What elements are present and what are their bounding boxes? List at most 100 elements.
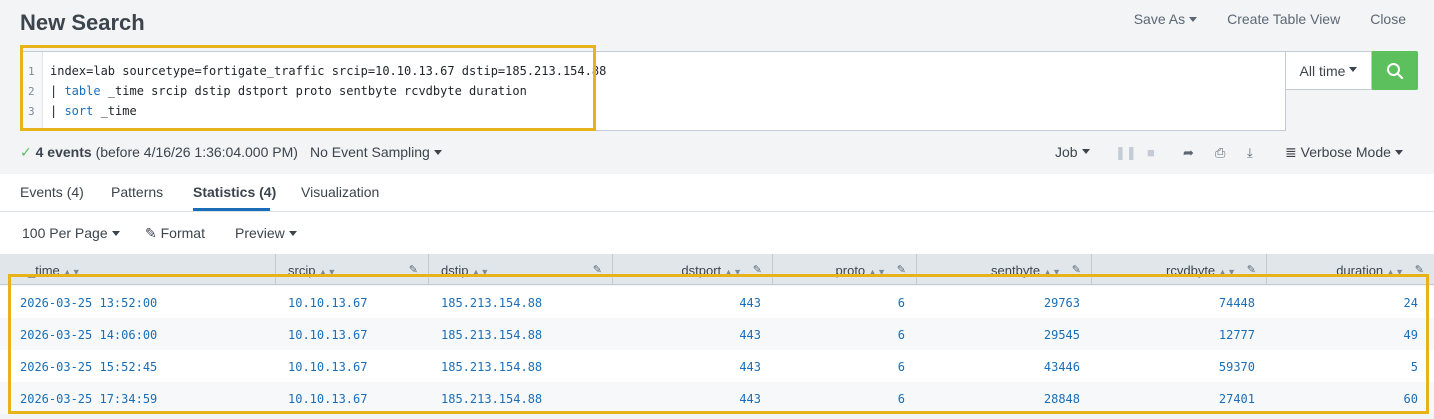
pencil-icon[interactable]: ✎ [753, 263, 762, 276]
cell-proto[interactable]: 6 [898, 328, 905, 342]
command-keyword: table [64, 84, 101, 98]
cell-rcvdbyte[interactable]: 59370 [1219, 360, 1255, 374]
table-header: _time ▲▼ srcip ▲▼ ✎ dstip ▲▼ ✎ dstport ▲▼ ✎ … [0, 254, 1434, 285]
sampling-label: No Event Sampling [310, 144, 430, 160]
cell-duration[interactable]: 24 [1404, 296, 1418, 310]
stop-icon[interactable]: ■ [1147, 145, 1155, 160]
cell-dstport[interactable]: 443 [739, 328, 761, 342]
share-icon[interactable]: ➦ [1183, 145, 1194, 161]
tab-visualization[interactable]: Visualization [301, 184, 379, 200]
line-number: 3 [28, 105, 35, 118]
cell-dstip[interactable]: 185.213.154.88 [441, 360, 542, 374]
job-label: Job [1055, 144, 1078, 160]
cell-srcip[interactable]: 10.10.13.67 [288, 296, 367, 310]
cell-dstport[interactable]: 443 [739, 392, 761, 406]
sort-icon: ▲▼ [471, 267, 490, 277]
pause-icon[interactable]: ❚❚ [1115, 145, 1137, 161]
column-label: duration [1336, 263, 1384, 278]
cell-dstport[interactable]: 443 [739, 296, 761, 310]
cell-time[interactable]: 2026-03-25 17:34:59 [20, 392, 157, 406]
column-header-time[interactable]: _time ▲▼ [0, 254, 276, 285]
time-range-picker[interactable]: All time [1286, 51, 1372, 90]
pencil-icon[interactable]: ✎ [593, 263, 602, 276]
cell-proto[interactable]: 6 [898, 296, 905, 310]
column-header-proto[interactable]: proto ▲▼ ✎ [773, 254, 917, 285]
event-count: 4 events [35, 144, 92, 160]
per-page-label: 100 Per Page [22, 225, 108, 241]
pencil-icon[interactable]: ✎ [1415, 263, 1424, 276]
top-actions: Save As Create Table View Close [1134, 11, 1406, 27]
column-header-dstport[interactable]: dstport ▲▼ ✎ [613, 254, 773, 285]
cell-dstport[interactable]: 443 [739, 360, 761, 374]
column-header-srcip[interactable]: srcip ▲▼ ✎ [276, 254, 429, 285]
sort-icon: ▲▼ [1386, 267, 1404, 277]
cell-srcip[interactable]: 10.10.13.67 [288, 328, 367, 342]
chevron-down-icon [1189, 16, 1198, 22]
tab-events[interactable]: Events (4) [20, 184, 84, 200]
command-args: _time [93, 104, 137, 118]
print-icon[interactable]: ⎙ [1215, 145, 1225, 161]
search-editor[interactable]: 1 2 3 index=lab sourcetype=fortigate_tra… [20, 51, 1286, 131]
format-button[interactable]: ✎ Format [145, 225, 205, 242]
line-number: 2 [28, 85, 35, 98]
cell-dstip[interactable]: 185.213.154.88 [441, 296, 542, 310]
column-label: sentbyte [991, 263, 1041, 278]
cell-dstip[interactable]: 185.213.154.88 [441, 328, 542, 342]
column-header-duration[interactable]: duration ▲▼ ✎ [1267, 254, 1434, 285]
column-header-dstip[interactable]: dstip ▲▼ ✎ [429, 254, 613, 285]
column-header-sentbyte[interactable]: sentbyte ▲▼ ✎ [917, 254, 1092, 285]
cell-sentbyte[interactable]: 29763 [1044, 296, 1080, 310]
command-keyword: sort [64, 104, 94, 118]
sort-icon: ▲▼ [62, 267, 81, 277]
chevron-down-icon [433, 149, 442, 155]
preview-dropdown[interactable]: Preview [235, 225, 297, 241]
column-label: srcip [288, 263, 316, 278]
cell-dstip[interactable]: 185.213.154.88 [441, 392, 542, 406]
pencil-icon[interactable]: ✎ [1072, 263, 1081, 276]
pencil-icon[interactable]: ✎ [409, 263, 418, 276]
time-range-label: All time [1299, 62, 1346, 79]
chevron-down-icon [1349, 67, 1358, 72]
cell-srcip[interactable]: 10.10.13.67 [288, 392, 367, 406]
create-table-view-link[interactable]: Create Table View [1227, 11, 1340, 27]
table-row: 2026-03-25 17:34:59 10.10.13.67 185.213.… [0, 382, 1434, 414]
search-icon [1387, 62, 1404, 79]
line-number: 1 [28, 65, 35, 78]
cell-time[interactable]: 2026-03-25 14:06:00 [20, 328, 157, 342]
cell-sentbyte[interactable]: 29545 [1044, 328, 1080, 342]
cell-sentbyte[interactable]: 28848 [1044, 392, 1080, 406]
search-line-1: index=lab sourcetype=fortigate_traffic s… [50, 64, 607, 78]
cell-duration[interactable]: 5 [1411, 360, 1418, 374]
pipe: | [50, 84, 65, 98]
cell-duration[interactable]: 49 [1404, 328, 1418, 342]
close-link[interactable]: Close [1370, 11, 1406, 27]
cell-rcvdbyte[interactable]: 12777 [1219, 328, 1255, 342]
job-status: ✓ 4 events (before 4/16/26 1:36:04.000 P… [20, 144, 298, 161]
table-row: 2026-03-25 13:52:00 10.10.13.67 185.213.… [0, 286, 1434, 318]
column-header-rcvdbyte[interactable]: rcvdbyte ▲▼ ✎ [1092, 254, 1267, 285]
table-row: 2026-03-25 14:06:00 10.10.13.67 185.213.… [0, 318, 1434, 350]
cell-proto[interactable]: 6 [898, 360, 905, 374]
cell-duration[interactable]: 60 [1404, 392, 1418, 406]
tab-statistics[interactable]: Statistics (4) [193, 184, 276, 200]
cell-srcip[interactable]: 10.10.13.67 [288, 360, 367, 374]
search-mode-label: Verbose Mode [1300, 144, 1391, 160]
cell-sentbyte[interactable]: 43446 [1044, 360, 1080, 374]
cell-proto[interactable]: 6 [898, 392, 905, 406]
cell-time[interactable]: 2026-03-25 13:52:00 [20, 296, 157, 310]
chevron-down-icon [1394, 149, 1403, 155]
job-menu[interactable]: Job [1055, 144, 1090, 160]
per-page-dropdown[interactable]: 100 Per Page [22, 225, 120, 241]
export-icon[interactable]: ⤓ [1247, 145, 1253, 161]
column-label: dstip [441, 263, 469, 278]
cell-time[interactable]: 2026-03-25 15:52:45 [20, 360, 157, 374]
event-sampling-dropdown[interactable]: No Event Sampling [310, 144, 442, 160]
cell-rcvdbyte[interactable]: 74448 [1219, 296, 1255, 310]
save-as-menu[interactable]: Save As [1134, 11, 1198, 27]
search-mode-dropdown[interactable]: ≣ Verbose Mode [1285, 144, 1403, 161]
pencil-icon[interactable]: ✎ [1247, 263, 1256, 276]
pencil-icon[interactable]: ✎ [897, 263, 906, 276]
cell-rcvdbyte[interactable]: 27401 [1219, 392, 1255, 406]
tab-patterns[interactable]: Patterns [111, 184, 163, 200]
search-button[interactable] [1372, 51, 1418, 90]
